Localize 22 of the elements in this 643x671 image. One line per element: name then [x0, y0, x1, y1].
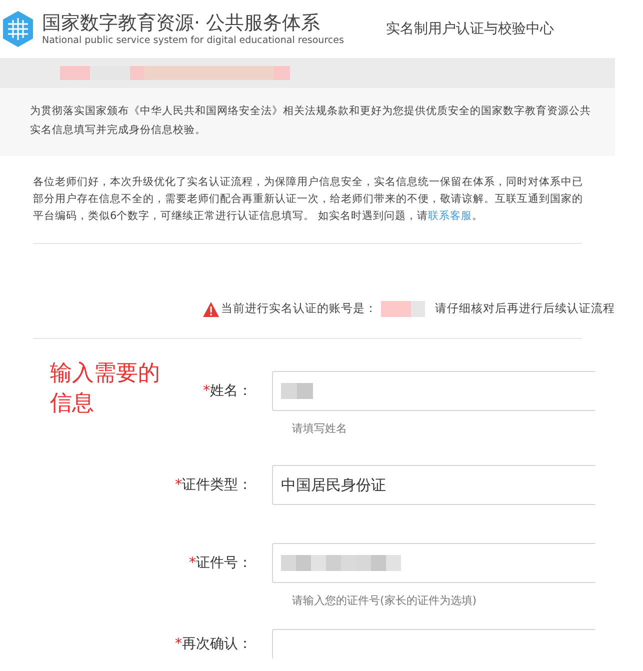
field-label: *姓名： — [203, 382, 252, 400]
account-label: 当前进行实名认证的账号是： — [221, 300, 377, 318]
notice-text: 实名信息填写并完成身份信息校验。 — [30, 123, 206, 138]
id-type-select[interactable]: 中国居民身份证 — [272, 465, 595, 505]
warning-icon — [203, 302, 219, 316]
field-label: *再次确认： — [175, 634, 252, 654]
intro-text: 部分用户存在信息不全的，需要老师们配合再重新认证一次，给老师们带来的不便，敬请谅解。互联互通到国家的 — [33, 192, 583, 207]
site-title: 国家数字教育资源· 公共服务体系 — [42, 11, 322, 35]
field-hint: 请输入您的证件号(家长的证件为选填) — [292, 594, 477, 607]
input-field[interactable] — [272, 543, 595, 583]
intro-text: 。 — [472, 210, 484, 222]
field-label: *证件号： — [189, 554, 252, 572]
account-note: 请仔细核对后再进行后续认证流程 — [435, 300, 615, 318]
field-label: *证件类型： — [175, 476, 252, 494]
annotation-text: 输入需要的信息 — [50, 360, 161, 418]
intro-text: 平台编码，类似6个数字，可继续正常进行认证信息填写。 如实名时遇到问题，请 — [33, 210, 428, 222]
input-field[interactable] — [272, 371, 595, 411]
field-hint: 请填写姓名 — [292, 422, 347, 435]
site-subtitle: National public service system for digital educational resources — [42, 35, 344, 47]
notice-text: 为贯彻落实国家颁布《中华人民共和国网络安全法》相关法规条款和更好为您提供优质安全的国家数字教育资源公共 — [30, 104, 591, 119]
page-heading: 实名制用户认证与校验中心 — [386, 20, 554, 38]
intro-text: 各位老师们好，本次升级优化了实名认证流程，为保障用户信息安全，实名信息统一保留在体系，同时对体系中已 — [33, 175, 583, 190]
